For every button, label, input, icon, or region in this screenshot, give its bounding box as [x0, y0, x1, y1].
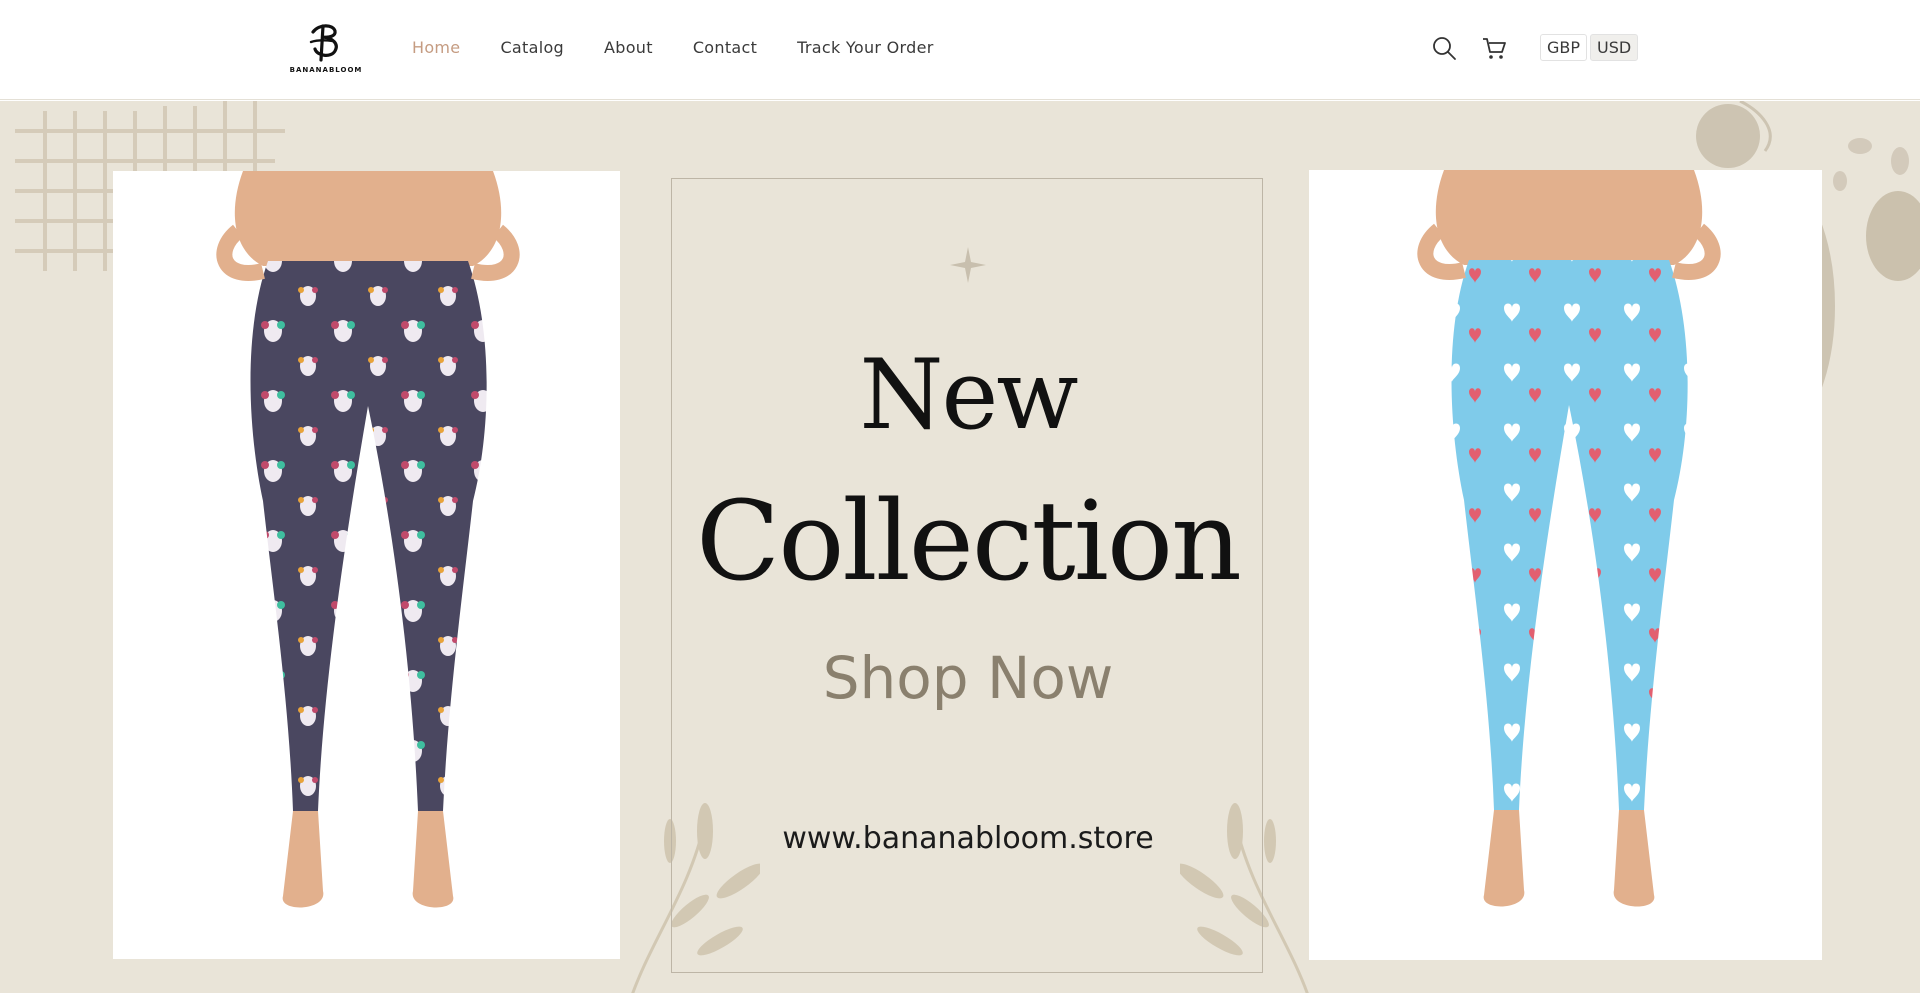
main-nav: Home Catalog About Contact Track Your Or… — [412, 38, 934, 57]
nav-home[interactable]: Home — [412, 38, 460, 57]
currency-usd-button[interactable]: USD — [1590, 34, 1639, 61]
nav-catalog[interactable]: Catalog — [500, 38, 564, 57]
currency-gbp-button[interactable]: GBP — [1540, 34, 1588, 61]
leggings-dog-print-illustration — [216, 171, 520, 908]
hero-banner: New Collection Shop Now www.bananabloom.… — [0, 101, 1920, 993]
nav-contact[interactable]: Contact — [693, 38, 757, 57]
shop-now-link[interactable]: Shop Now — [672, 644, 1264, 712]
product-image-heart-leggings[interactable] — [1309, 170, 1822, 960]
hero-title-line1: New — [859, 339, 1079, 451]
product-image-dog-leggings[interactable] — [113, 171, 620, 959]
store-url: www.bananabloom.store — [782, 821, 1154, 856]
cart-icon[interactable] — [1480, 34, 1508, 62]
nav-track-order[interactable]: Track Your Order — [797, 38, 933, 57]
hero-card: New Collection Shop Now www.bananabloom.… — [671, 178, 1263, 973]
site-header: BANANABLOOM Home Catalog About Contact T… — [0, 0, 1920, 100]
logo-mark-icon — [309, 24, 338, 62]
search-icon[interactable] — [1430, 34, 1458, 62]
logo-text: BANANABLOOM — [289, 66, 363, 74]
nav-about[interactable]: About — [604, 38, 653, 57]
brand-logo[interactable]: BANANABLOOM — [290, 18, 362, 80]
sparkle-icon — [950, 247, 986, 283]
header-actions — [1430, 34, 1508, 62]
hero-title-line2: Collection — [696, 477, 1242, 605]
leggings-heart-print-illustration — [1417, 170, 1721, 907]
currency-switcher: GBP USD — [1540, 34, 1639, 61]
